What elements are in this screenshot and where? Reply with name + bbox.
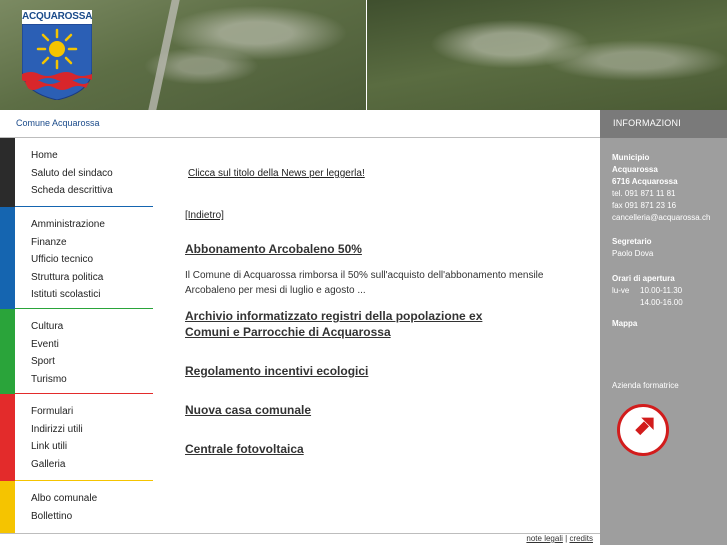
info-panel: Municipio Acquarossa 6716 Acquarossa tel… — [600, 138, 727, 545]
nav-group-color-bar — [0, 207, 15, 309]
opening-hours-afternoon: 14.00-16.00 — [640, 298, 683, 307]
azienda-label: Azienda formatrice — [612, 381, 679, 390]
footer-links: note legali | credits — [526, 534, 593, 543]
news-title-archivio[interactable]: Archivio informatizzato registri della p… — [185, 308, 530, 340]
opening-hours-block: Orari di apertura lu-ve 10.00-11.30 14.00… — [612, 273, 683, 309]
sidebar-item[interactable]: Eventi — [0, 336, 153, 354]
nav-group: Home Saluto del sindaco Scheda descrittiva — [0, 138, 153, 207]
email-link[interactable]: cancelleria@acquarossa.ch — [612, 213, 710, 222]
sidebar-item[interactable]: Struttura politica — [0, 269, 153, 287]
sidebar-item[interactable]: Formulari — [0, 403, 153, 421]
nav-group-color-bar — [0, 138, 15, 207]
breadcrumb[interactable]: Comune Acquarossa — [16, 118, 100, 128]
segretario-block: Segretario Paolo Dova — [612, 236, 653, 260]
footer-separator: | — [565, 534, 568, 543]
sidebar-item[interactable]: Saluto del sindaco — [0, 165, 153, 183]
sidebar-item[interactable]: Galleria — [0, 456, 153, 474]
breadcrumb-bar: Comune Acquarossa — [0, 110, 600, 138]
opening-days: lu-ve — [612, 286, 630, 295]
municipio-address: 6716 Acquarossa — [612, 177, 678, 186]
news-content: Clicca sul titolo della News per leggerl… — [153, 138, 600, 533]
banner-photo-valley — [366, 0, 727, 110]
sidebar-item[interactable]: Finanze — [0, 234, 153, 252]
sidebar-item[interactable]: Link utili — [0, 438, 153, 456]
sidebar-item[interactable]: Sport — [0, 353, 153, 371]
map-link[interactable]: Mappa — [612, 319, 637, 328]
municipio-label: Municipio — [612, 153, 650, 162]
opening-hours-label: Orari di apertura — [612, 274, 675, 283]
nav-group-color-bar — [0, 481, 15, 533]
footer: note legali | credits — [0, 533, 600, 545]
nav-group: Formulari Indirizzi utili Link utili Galler… — [0, 394, 153, 481]
banner-divider — [366, 0, 367, 110]
sidebar-item[interactable]: Ufficio tecnico — [0, 251, 153, 269]
sidebar-item[interactable]: Home — [0, 147, 153, 165]
sidebar-item[interactable]: Turismo — [0, 371, 153, 389]
news-title-arcobaleno[interactable]: Abbonamento Arcobaleno 50% — [185, 241, 530, 257]
legal-notes-link[interactable]: note legali — [526, 534, 562, 543]
news-summary-arcobaleno: Il Comune di Acquarossa rimborsa il 50% … — [185, 270, 544, 296]
logo-text[interactable]: ACQUAROSSA — [22, 10, 92, 24]
opening-hours-morning: 10.00-11.30 — [640, 286, 683, 295]
segretario-label: Segretario — [612, 237, 652, 246]
nav-group: Amministrazione Finanze Ufficio tecnico Str… — [0, 207, 153, 309]
nav-group-color-bar — [0, 394, 15, 481]
back-link[interactable]: [Indietro] — [185, 210, 224, 221]
header-banner — [0, 0, 727, 110]
info-header: INFORMAZIONI — [600, 110, 727, 138]
phone-number: tel. 091 871 11 81 — [612, 189, 676, 198]
municipio-block: Municipio Acquarossa 6716 Acquarossa tel… — [612, 152, 710, 224]
sidebar-item[interactable]: Indirizzi utili — [0, 421, 153, 439]
credits-link[interactable]: credits — [569, 534, 593, 543]
sidebar-item[interactable]: Albo comunale — [0, 490, 153, 508]
nav-group: Cultura Eventi Sport Turismo — [0, 309, 153, 394]
news-title-incentivi[interactable]: Regolamento incentivi ecologici — [185, 363, 530, 379]
segretario-name: Paolo Dova — [612, 249, 654, 258]
sidebar-item[interactable]: Scheda descrittiva — [0, 182, 153, 200]
fax-number: fax 091 871 23 16 — [612, 201, 677, 210]
coat-of-arms-icon[interactable] — [22, 24, 92, 100]
news-hint-link[interactable]: Clicca sul titolo della News per leggerl… — [188, 168, 365, 179]
news-title-casa-comunale[interactable]: Nuova casa comunale — [185, 402, 530, 418]
sidebar-nav: Home Saluto del sindaco Scheda descrittiva… — [0, 138, 153, 533]
sidebar-item[interactable]: Cultura — [0, 318, 153, 336]
news-title-fotovoltaica[interactable]: Centrale fotovoltaica — [185, 441, 530, 457]
map-block: Mappa — [612, 318, 637, 330]
sidebar-item[interactable]: Amministrazione — [0, 216, 153, 234]
municipio-name: Acquarossa — [612, 165, 658, 174]
sidebar-item[interactable]: Istituti scolastici — [0, 286, 153, 304]
nav-group: Albo comunale Bollettino — [0, 481, 153, 533]
nav-group-color-bar — [0, 309, 15, 394]
sidebar-item[interactable]: Bollettino — [0, 508, 153, 526]
training-company-badge-icon[interactable] — [617, 404, 669, 456]
